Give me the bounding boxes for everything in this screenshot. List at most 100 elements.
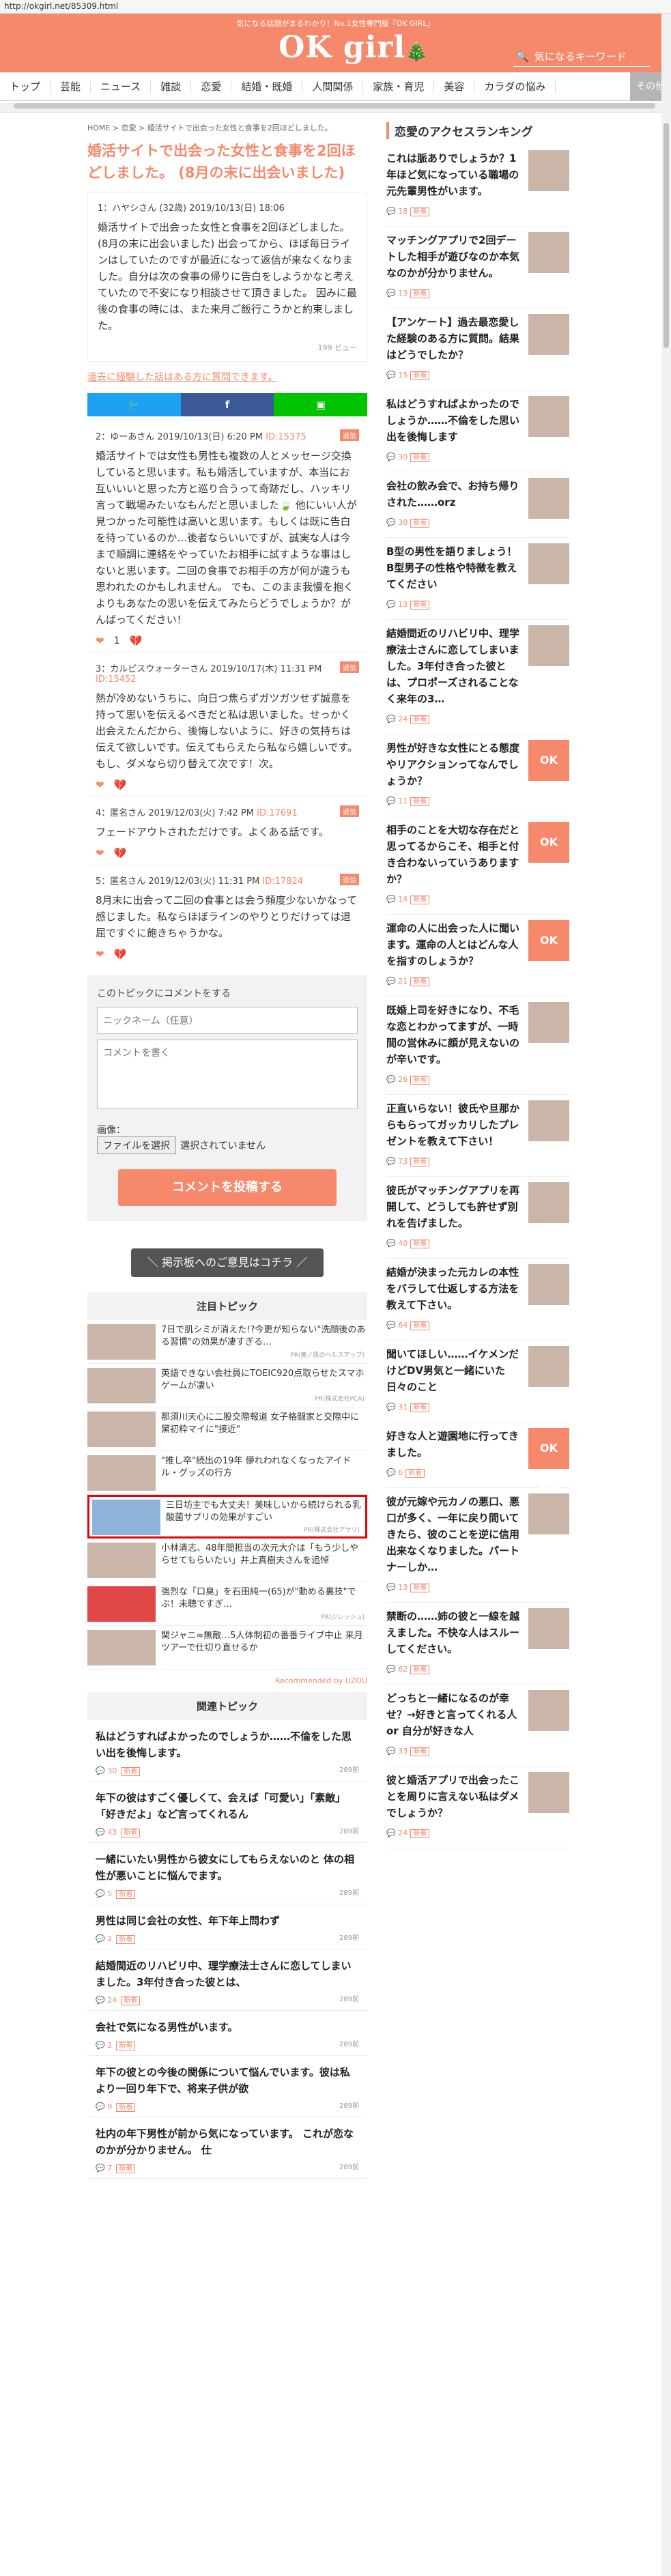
comment-textarea[interactable] (97, 1040, 358, 1109)
ranking-item[interactable]: 既婚上司を好きになり、不毛な恋とわかってますが、一時間の営休みに顔が見えないのが… (386, 997, 569, 1095)
related-item[interactable]: 結婚間近のリハビリ中、理学療法士さんに恋してしまいました。3年付き合った彼とは、… (87, 1949, 367, 2011)
reply-badge[interactable]: 返信 (340, 874, 359, 885)
comment-icon: 💬 (386, 977, 396, 986)
reply-badge[interactable]: 返信 (340, 429, 359, 441)
ranking-count: 64 (398, 1321, 408, 1330)
ranking-item[interactable]: これは脈ありでしょうか？1年ほど気になっている職場の元先輩男性がいます。 💬 18… (386, 145, 569, 227)
featured-item[interactable]: 強烈な「口臭」を石田純一(65)が"動める裏技"でぶ！未聴ですぎ… PR(ジレッシ… (87, 1582, 367, 1626)
ranking-meta: 💬 18 新着 (386, 203, 523, 220)
submit-comment-button[interactable]: コメントを投稿する (118, 1169, 337, 1206)
nav-item-marriage[interactable]: 結婚・既婚 (231, 79, 303, 94)
broken-heart-icon[interactable]: 💔 (114, 847, 127, 859)
ranking-item[interactable]: 聞いてほしい……イケメンだけどDV男気と一緒にいた日々のこと 💬 31 新着 (386, 1341, 569, 1422)
related-title: 年下の彼との今後の関係について悩んでいます。彼は私より一回り年下で、将来子供が欲 (96, 2066, 350, 2095)
related-item[interactable]: 私はどうすればよかったのでしょうか……不倫をした思い出を後悔します。 💬 30 新着… (87, 1720, 367, 1781)
featured-source: PR(株式会社PCA) (315, 1396, 365, 1403)
nav-item-news[interactable]: ニュース (91, 79, 152, 94)
reply-badge[interactable]: 返信 (340, 805, 359, 817)
reply-badge[interactable]: 返信 (340, 661, 359, 673)
featured-item[interactable]: 7日で肌シミが消えた!?今更が知らない"洗顔後のある習慣"の効果が凄すぎる… PR… (87, 1320, 367, 1364)
ranking-item[interactable]: 【アンケート】過去最恋愛した経験のある方に質問。結果はどうでしたか？ 💬 15 新着 (386, 309, 569, 390)
featured-list: 7日で肌シミが消えた!?今更が知らない"洗顔後のある習慣"の効果が凄すぎる… PR… (87, 1320, 367, 1670)
featured-item[interactable]: 英語できない会社員にTOEIC920点取らせたスマホゲームが凄い PR(株式会社P… (87, 1364, 367, 1407)
scrollbar-thumb[interactable] (14, 103, 655, 109)
ranking-item[interactable]: 私はどうすればよかったのでしょうか……不倫をした思い出を後悔します 💬 30 新着 (386, 390, 569, 472)
nav-item-entertainment[interactable]: 芸能 (51, 79, 91, 94)
horizontal-scrollbar[interactable] (0, 103, 671, 113)
featured-item[interactable]: "推し卒"続出の19年 儚れわれなくなったアイドル・グッズの行方 (87, 1451, 367, 1495)
nickname-input[interactable] (97, 1007, 358, 1034)
related-item[interactable]: 年下の彼との今後の関係について悩んでいます。彼は私より一回り年下で、将来子供が欲… (87, 2056, 367, 2117)
ranking-item[interactable]: 好きな人と遊園地に行ってきました。 💬 6 新着 OK girl (386, 1422, 569, 1495)
ranking-item[interactable]: 彼と婚活アプリで出会ったことを周りに言えない私はダメでしょうか？ 💬 24 新着 (386, 1766, 569, 1848)
ranking-title-text: 結婚間近のリハビリ中、理学療法士さんに恋してしまいました。3年付き合った彼とは、… (386, 627, 520, 705)
comment-icon: 💬 (386, 207, 396, 216)
ranking-thumbnail (528, 1346, 569, 1387)
comment-meta: 2：ゆーあさん 2019/10/13(日) 6:20 PM ID:15375 (96, 429, 359, 442)
ranking-item[interactable]: B型の男性を語りましょう！B型男子の性格や特徴を教えてください 💬 13 新着 (386, 538, 569, 620)
featured-thumbnail (87, 1630, 156, 1665)
nav-item-body[interactable]: カラダの悩み (474, 79, 556, 94)
heart-icon[interactable]: ❤ (96, 779, 104, 791)
ranking-item[interactable]: どっちと一緒になるのが幸せ？→好きと言ってくれる人 or 自分が好きな人 💬 33… (386, 1685, 569, 1766)
breadcrumb-home[interactable]: HOME (87, 124, 110, 132)
url-text: http://okgirl.net/85309.html (4, 1, 119, 11)
nav-item-family[interactable]: 家族・育児 (363, 79, 435, 94)
ranking-item[interactable]: 男性が好きな女性にとる態度やリアクションってなんでしょうか？ 💬 11 新着 OK g… (386, 734, 569, 816)
ranking-title-text: 既婚上司を好きになり、不毛な恋とわかってますが、一時間の営休みに顔が見えないのが… (386, 1004, 520, 1065)
site-logo[interactable]: OK girl🎄 (279, 30, 429, 65)
address-bar[interactable]: http://okgirl.net/85309.html (0, 0, 671, 14)
image-label: 画像： (97, 1125, 126, 1136)
facebook-share-button[interactable]: f (180, 393, 274, 416)
new-badge: 新着 (410, 1665, 430, 1674)
line-share-button[interactable]: ▣ (274, 393, 368, 416)
ranking-item[interactable]: 結婚間近のリハビリ中、理学療法士さんに恋してしまいました。3年付き合った彼とは、… (386, 620, 569, 734)
related-item[interactable]: 会社で気になる男性がいます。 💬 2 新着 289前 (87, 2011, 367, 2056)
heart-icon[interactable]: ❤ (96, 948, 104, 960)
featured-item[interactable]: 関ジャニ∞無敵…5人体制初の番番ライブ中止 来月ツアーで仕切り直せるか (87, 1626, 367, 1670)
related-item[interactable]: 男性は同じ会社の女性、年下年上問わず 💬 2 新着 289前 (87, 1904, 367, 1949)
nav-item-chat[interactable]: 雑談 (151, 79, 192, 94)
related-meta: 💬 43 新着 (96, 1827, 359, 1837)
featured-thumbnail (87, 1412, 156, 1447)
ranking-item[interactable]: 結婚が決まった元カレの本性をバラして仕返しする方法を教えて下さい。 💬 64 新着 (386, 1259, 569, 1341)
related-item[interactable]: 社内の年下男性が前から気になっています。 これが恋なのかが分かりません。 仕 💬 … (87, 2117, 367, 2179)
new-badge: 新着 (410, 371, 430, 380)
broken-heart-icon[interactable]: 💔 (130, 635, 143, 647)
related-item[interactable]: 年下の彼はすごく優しくて、会えば「可愛い」「素敵」「好きだよ」など言ってくれるん… (87, 1781, 367, 1843)
twitter-share-button[interactable]: 🐦 (87, 393, 181, 416)
heart-icon[interactable]: ❤ (96, 847, 104, 859)
broken-heart-icon[interactable]: 💔 (114, 779, 127, 791)
related-item[interactable]: 一緒にいたい男性から彼女にしてもらえないのと 体の相性が悪いことに悩んでます。 💬… (87, 1843, 367, 1904)
ranking-item[interactable]: 会社の飲み会で、お持ち帰りされた……orz 💬 30 新着 (386, 472, 569, 538)
new-badge: 新着 (121, 1997, 141, 2005)
heart-icon[interactable]: ❤ (96, 635, 104, 647)
ranking-thumbnail (528, 1608, 569, 1649)
ranking-item[interactable]: マッチングアプリで2回デートした相手が遊びなのか本気なのかが分かりません。 💬 1… (386, 227, 569, 309)
comment-icon: 💬 (386, 1403, 396, 1412)
ranking-item[interactable]: 運命の人に出会った人に聞います。運命の人とはどんな人を指すのしょうか？ 💬 21 新… (386, 915, 569, 997)
broken-heart-icon[interactable]: 💔 (114, 948, 127, 960)
nav-item-beauty[interactable]: 美容 (434, 79, 475, 94)
nav-item-love[interactable]: 恋愛 (191, 79, 232, 94)
feedback-button[interactable]: ＼ 掲示板へのご意見はコチラ ／ (131, 1248, 324, 1277)
new-badge: 新着 (121, 1829, 141, 1837)
file-select-button[interactable]: ファイルを選択 (97, 1136, 176, 1154)
ranking-title: 彼と婚活アプリで出会ったことを周りに言えない私はダメでしょうか？ 💬 24 新着 (386, 1772, 528, 1842)
ranking-item[interactable]: 相手のことを大切な存在だと思ってるからこそ、相手と付き合わないっていうありますか… (386, 816, 569, 915)
ranking-item[interactable]: 禁断の……姉の彼と一線を越えました。不快な人はスルーしてください。 💬 62 新着 (386, 1603, 569, 1685)
ask-experience-link[interactable]: 過去に経験した話はある方に質問できます。 (87, 370, 367, 384)
ranking-item[interactable]: 彼氏がマッチングアプリを再開して、どうしても許せず別れを告げました。 💬 40 新着 (386, 1177, 569, 1259)
vertical-scrollbar[interactable] (661, 14, 671, 2576)
featured-item[interactable]: 那須川天心に二股交際報道 女子格闘家と交際中に黛初粋マイに"接近" (87, 1407, 367, 1451)
vertical-scrollbar-thumb[interactable] (663, 123, 669, 348)
ranking-item[interactable]: 彼が元嫁や元カノの悪口、悪口が多く、一年に戻り間いてきたら、彼のことを逆に信用出… (386, 1488, 569, 1603)
featured-item-highlighted[interactable]: 三日坊主でも大丈夫！美味しいから続けられる乳酸菌サプリの効果がすごい PR(株式会… (87, 1495, 367, 1539)
ranking-item[interactable]: 正直いらない！彼氏や旦那からもらってガッカリしたプレゼントを教えて下さい！ 💬 7… (386, 1095, 569, 1177)
featured-item[interactable]: 小林清志、48年間担当の次元大介は「もう少しやらせてもらいたい」井上真樹夫さんを… (87, 1539, 367, 1582)
nav-item-top[interactable]: トップ (0, 79, 51, 94)
search-box[interactable]: 🔍 気になるキーワード (513, 44, 650, 67)
ranking-meta: 💬 33 新着 (386, 1743, 523, 1760)
nav-item-relationships[interactable]: 人間関係 (302, 79, 364, 94)
breadcrumb-category[interactable]: 恋愛 (122, 124, 137, 132)
